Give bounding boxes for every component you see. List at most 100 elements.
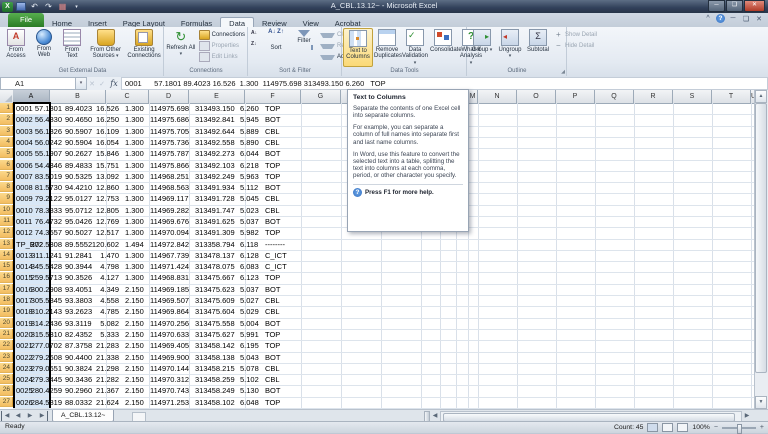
cell-value[interactable]: 114975.705 <box>150 126 194 137</box>
cell-label[interactable]: BOT <box>265 352 325 363</box>
cell-value[interactable]: 12.753 <box>91 193 119 204</box>
cell-value[interactable]: 120.602 <box>91 239 119 250</box>
cell-value[interactable]: 2.150 <box>125 352 149 363</box>
cell-value[interactable]: 5.045 <box>240 193 264 204</box>
scroll-right-icon[interactable]: ▶ <box>742 411 752 421</box>
cell-label[interactable]: -------- <box>265 239 325 250</box>
remove-duplicates-button[interactable]: Remove Duplicates <box>373 28 402 67</box>
cell-value[interactable]: 83.5019 <box>23 171 62 182</box>
cell-value[interactable]: 81.5730 <box>23 182 62 193</box>
cell-value[interactable]: 1.300 <box>125 182 149 193</box>
cell-value[interactable]: 279.0651 <box>23 363 62 374</box>
cell-value[interactable]: 114970.633 <box>150 329 194 340</box>
connections-button[interactable]: Connections <box>197 29 247 40</box>
cell-value[interactable]: 12.805 <box>91 205 119 216</box>
column-header-d[interactable]: D <box>149 90 189 104</box>
cell-value[interactable]: 311.1241 <box>23 250 62 261</box>
cell-value[interactable]: 12.860 <box>91 182 119 193</box>
vertical-scrollbar[interactable]: ▲ ▼ <box>754 90 768 409</box>
cell-value[interactable]: 5.102 <box>240 374 264 385</box>
cell-value[interactable]: 5.004 <box>240 318 264 329</box>
cell-value[interactable]: 21.338 <box>91 352 119 363</box>
cell-label[interactable]: TOP <box>265 171 325 182</box>
cell-value[interactable]: 114967.739 <box>150 250 194 261</box>
cell-value[interactable]: 313475.604 <box>195 306 239 317</box>
cell-value[interactable]: 5.991 <box>240 329 264 340</box>
cell-value[interactable]: 114969.117 <box>150 193 194 204</box>
zas-icon-button[interactable]: Z↓ <box>249 40 262 51</box>
cell-value[interactable]: 4.798 <box>91 261 119 272</box>
refresh-all-button[interactable]: ↻ Refresh All ▾ <box>165 28 197 67</box>
row-header-11[interactable]: 11 <box>0 216 13 227</box>
cell-value[interactable]: 114970.312 <box>150 374 194 385</box>
cell-value[interactable]: 314.2436 <box>23 318 62 329</box>
cell-value[interactable]: 5.889 <box>240 126 264 137</box>
cell-value[interactable]: 2.150 <box>125 318 149 329</box>
cell-value[interactable]: 6.218 <box>240 160 264 171</box>
cell-value[interactable]: 21.283 <box>91 340 119 351</box>
cell-value[interactable]: 280.4259 <box>23 385 62 396</box>
cell-value[interactable]: 313493.150 <box>195 103 239 114</box>
column-header-c[interactable]: C <box>106 90 149 104</box>
cell-value[interactable]: 15.751 <box>91 160 119 171</box>
cell-label[interactable]: TOP <box>265 329 325 340</box>
cell-value[interactable]: 16.054 <box>91 137 119 148</box>
cell-value[interactable]: 6.195 <box>240 340 264 351</box>
cell-value[interactable]: 2.150 <box>125 374 149 385</box>
row-header-13[interactable]: 13 <box>0 238 13 249</box>
cell-value[interactable]: 313492.558 <box>195 137 239 148</box>
row-header-7[interactable]: 7 <box>0 170 13 182</box>
cell-value[interactable]: 2.150 <box>125 363 149 374</box>
cell-label[interactable]: C_ICT <box>265 250 325 261</box>
cell-value[interactable]: 1.300 <box>125 193 149 204</box>
zoom-in-icon[interactable]: + <box>760 423 764 433</box>
from-web-button[interactable]: From Web <box>30 28 58 67</box>
cell-value[interactable]: 4.127 <box>91 272 119 283</box>
cell-value[interactable]: 12.517 <box>91 227 119 238</box>
cell-value[interactable]: 313458.142 <box>195 340 239 351</box>
group-button[interactable]: Group ▾ <box>468 28 496 67</box>
cell-value[interactable]: 313491.747 <box>195 205 239 216</box>
cell-value[interactable]: 114975.736 <box>150 137 194 148</box>
cell-value[interactable]: 74.3557 <box>23 227 62 238</box>
cell-value[interactable]: 272.5308 <box>23 239 62 250</box>
cell-value[interactable]: 1.300 <box>125 126 149 137</box>
row-header-18[interactable]: 18 <box>0 295 13 306</box>
column-header-o[interactable]: O <box>517 90 556 104</box>
column-header-p[interactable]: P <box>556 90 595 104</box>
cell-value[interactable]: 79.2122 <box>23 193 62 204</box>
cell-value[interactable]: 2.150 <box>125 385 149 396</box>
cell-value[interactable]: 56.1826 <box>23 126 62 137</box>
ungroup-button[interactable]: Ungroup ▾ <box>496 28 524 67</box>
row-header-5[interactable]: 5 <box>0 148 13 159</box>
normal-view-icon[interactable] <box>647 423 659 432</box>
workbook-close-icon[interactable]: ✕ <box>754 15 764 23</box>
cell-value[interactable]: 2.150 <box>125 340 149 351</box>
row-header-8[interactable]: 8 <box>0 182 13 193</box>
cell-value[interactable]: 4.349 <box>91 284 119 295</box>
cell-value[interactable]: 1.300 <box>125 114 149 125</box>
cell-label[interactable]: TOP <box>265 397 325 408</box>
cell-value[interactable]: 5.890 <box>240 137 264 148</box>
select-all-corner[interactable] <box>0 90 14 104</box>
cell-value[interactable]: 21.298 <box>91 363 119 374</box>
vertical-scroll-thumb[interactable] <box>755 103 767 373</box>
row-header-16[interactable]: 16 <box>0 272 13 283</box>
page-layout-view-icon[interactable] <box>662 423 674 432</box>
workbook-minimize-icon[interactable]: ─ <box>728 15 738 22</box>
cell-value[interactable]: 13.092 <box>91 171 119 182</box>
cell-value[interactable]: 313475.667 <box>195 272 239 283</box>
cell-value[interactable]: 4.558 <box>91 295 119 306</box>
cell-value[interactable]: 114969.900 <box>150 352 194 363</box>
cell-value[interactable]: 313458.138 <box>195 352 239 363</box>
help-icon[interactable]: ? <box>716 14 725 23</box>
cell-value[interactable]: 259.5713 <box>23 272 62 283</box>
cell-value[interactable]: 6.048 <box>240 397 264 408</box>
tab-file[interactable]: File <box>8 13 44 27</box>
cell-value[interactable]: 114975.787 <box>150 148 194 159</box>
prev-sheet-icon[interactable]: ◀ <box>13 411 23 421</box>
cell-value[interactable]: 5.043 <box>240 352 264 363</box>
cell-value[interactable]: 57.1801 <box>23 103 62 114</box>
first-sheet-icon[interactable]: ◀ <box>1 411 12 421</box>
cell-value[interactable]: 114969.864 <box>150 306 194 317</box>
